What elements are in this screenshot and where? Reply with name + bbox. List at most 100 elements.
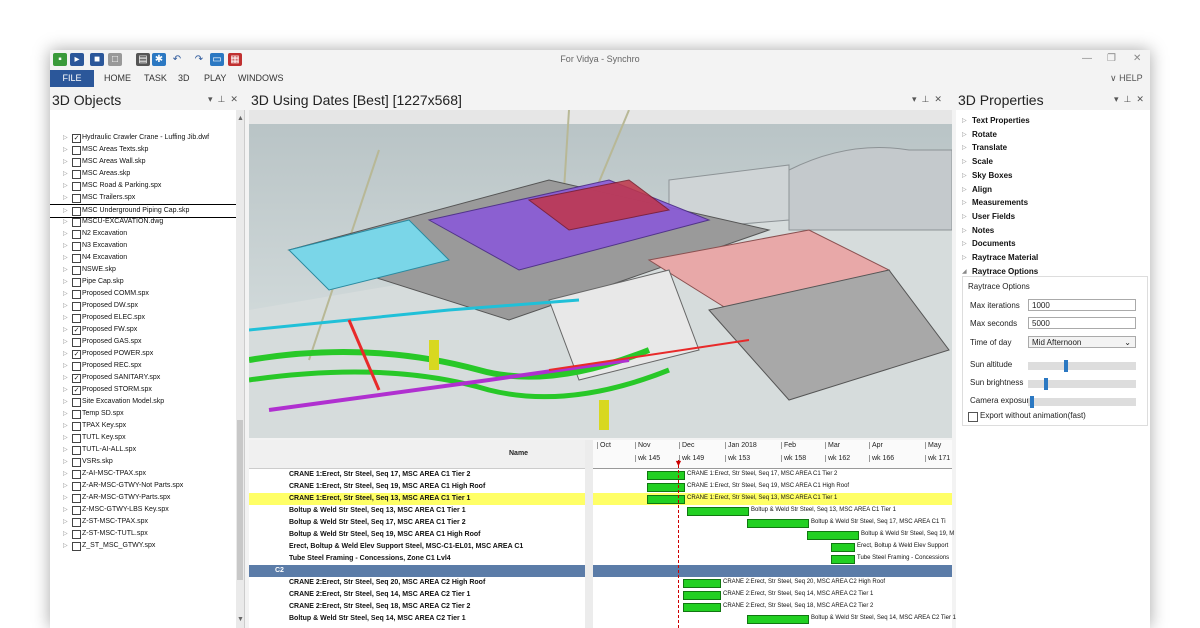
expand-icon[interactable]: ▷ [962,186,967,193]
gantt-chart[interactable]: Name CRANE 1:Erect, Str Steel, Seq 17, M… [249,440,956,628]
visibility-checkbox[interactable] [72,422,81,431]
visibility-checkbox[interactable] [72,458,81,467]
expand-icon[interactable]: ▷ [63,276,68,288]
expand-icon[interactable]: ▷ [63,348,68,360]
property-section[interactable]: Raytrace Options [972,267,1038,276]
tree-item[interactable]: ▷ VSRs.skp [50,456,236,468]
visibility-checkbox[interactable]: ✓ [72,386,81,395]
tree-item[interactable]: ▷ ✓ Proposed POWER.spx [50,348,236,360]
tree-item[interactable]: ▷ Z-ST-MSC-TPAX.spx [50,516,236,528]
gantt-task-bar[interactable] [807,531,859,540]
expand-icon[interactable]: ▷ [63,468,68,480]
expand-icon[interactable]: ▷ [63,240,68,252]
max-iterations-input[interactable]: 1000 [1028,299,1136,311]
expand-icon[interactable]: ▷ [63,288,68,300]
tree-item[interactable]: ▷ Proposed REC.spx [50,360,236,372]
tree-item[interactable]: ▷ ✓ Proposed STORM.spx [50,384,236,396]
time-of-day-select[interactable]: Mid Afternoon ⌄ [1028,336,1136,348]
expand-icon[interactable]: ▷ [962,172,967,179]
visibility-checkbox[interactable] [72,290,81,299]
sun-brightness-slider[interactable] [1028,378,1136,390]
visibility-checkbox[interactable] [72,242,81,251]
visibility-checkbox[interactable] [72,278,81,287]
tree-item[interactable]: ▷ N3 Excavation [50,240,236,252]
expand-icon[interactable]: ▷ [63,312,68,324]
expand-icon[interactable]: ▷ [63,444,68,456]
expand-icon[interactable]: ▷ [63,192,68,204]
gantt-row[interactable]: C2 [249,565,585,577]
expand-icon[interactable]: ▷ [63,132,68,144]
property-section[interactable]: Notes [972,226,994,235]
visibility-checkbox[interactable] [72,254,81,263]
3d-viewport[interactable] [248,109,953,438]
tree-item[interactable]: ▷ TUTL-AI-ALL.spx [50,444,236,456]
tab-windows[interactable]: WINDOWS [238,70,284,87]
expand-icon[interactable]: ▷ [63,372,68,384]
gantt-row[interactable]: CRANE 2:Erect, Str Steel, Seq 14, MSC AR… [249,589,585,601]
sun-brightness-thumb[interactable] [1044,378,1048,390]
visibility-checkbox[interactable] [72,362,81,371]
left-panel-controls[interactable]: ▾ ⊥ ✕ [208,94,238,105]
expand-icon[interactable]: ▷ [63,252,68,264]
tab-home[interactable]: HOME [104,70,131,87]
tree-item[interactable]: ▷ Site Excavation Model.skp [50,396,236,408]
tab-file[interactable]: FILE [50,70,94,87]
gantt-row[interactable]: Boltup & Weld Str Steel, Seq 19, MSC ARE… [249,529,585,541]
visibility-checkbox[interactable] [72,338,81,347]
visibility-checkbox[interactable] [72,182,81,191]
property-section[interactable]: Measurements [972,198,1028,207]
tree-item[interactable]: ▷ ✓ Proposed SANITARY.spx [50,372,236,384]
property-section[interactable]: Translate [972,143,1007,152]
expand-icon[interactable]: ▷ [63,528,68,540]
visibility-checkbox[interactable] [72,266,81,275]
max-seconds-input[interactable]: 5000 [1028,317,1136,329]
visibility-checkbox[interactable] [72,230,81,239]
monitor-icon[interactable]: ▭ [210,53,224,66]
expand-icon[interactable]: ▷ [63,216,68,228]
expand-icon[interactable]: ▷ [63,396,68,408]
save-icon[interactable]: ■ [90,53,104,66]
expand-icon[interactable]: ▷ [63,300,68,312]
expand-icon[interactable]: ▷ [962,131,967,138]
gantt-task-bar[interactable] [687,507,749,516]
tree-item[interactable]: ▷ Z-AR-MSC-GTWY-Parts.spx [50,492,236,504]
print-icon[interactable]: ▤ [136,53,150,66]
visibility-checkbox[interactable] [72,218,81,227]
visibility-checkbox[interactable] [72,446,81,455]
maximize-icon[interactable]: ❐ [1107,53,1116,64]
gantt-row[interactable]: CRANE 2:Erect, Str Steel, Seq 20, MSC AR… [249,577,585,589]
tree-item[interactable]: ▷ Z-ST-MSC-TUTL.spx [50,528,236,540]
expand-icon[interactable]: ▷ [63,384,68,396]
gantt-row[interactable]: CRANE 2:Erect, Str Steel, Seq 18, MSC AR… [249,601,585,613]
expand-icon[interactable]: ▷ [63,144,68,156]
settings-icon[interactable]: ✱ [152,53,166,66]
expand-icon[interactable]: ▷ [63,156,68,168]
tree-item[interactable]: ▷ ✓ Hydraulic Crawler Crane - Luffing Jib.… [50,132,236,144]
gantt-task-bar[interactable] [831,555,855,564]
help-menu[interactable]: ∨ HELP [1110,70,1143,87]
expand-icon[interactable]: ▷ [63,168,68,180]
visibility-checkbox[interactable] [72,146,81,155]
sun-altitude-slider[interactable] [1028,360,1136,372]
visibility-checkbox[interactable]: ✓ [72,326,81,335]
visibility-checkbox[interactable] [72,170,81,179]
gantt-task-bar[interactable] [683,579,721,588]
gantt-task-bar[interactable] [647,471,685,480]
redo-icon[interactable]: ↷ [192,53,206,66]
visibility-checkbox[interactable]: ✓ [72,134,81,143]
property-section[interactable]: Align [972,185,992,194]
visibility-checkbox[interactable] [72,207,81,216]
tree-item[interactable]: ▷ MSC Areas Wall.skp [50,156,236,168]
visibility-checkbox[interactable] [72,158,81,167]
property-section[interactable]: Text Properties [972,116,1030,125]
gantt-row[interactable]: Boltup & Weld Str Steel, Seq 17, MSC ARE… [249,517,585,529]
expand-icon[interactable]: ▷ [63,504,68,516]
property-section[interactable]: User Fields [972,212,1015,221]
tree-item[interactable]: ▷ Z-MSC-GTWY-LBS Key.spx [50,504,236,516]
expand-icon[interactable]: ▷ [63,480,68,492]
tab-task[interactable]: TASK [144,70,167,87]
gantt-name-header[interactable]: Name [509,450,528,457]
scroll-up-icon[interactable]: ▲ [237,115,244,122]
tree-item[interactable]: ▷ MSC Trailers.spx [50,192,236,204]
undo-icon[interactable]: ↶ [170,53,184,66]
